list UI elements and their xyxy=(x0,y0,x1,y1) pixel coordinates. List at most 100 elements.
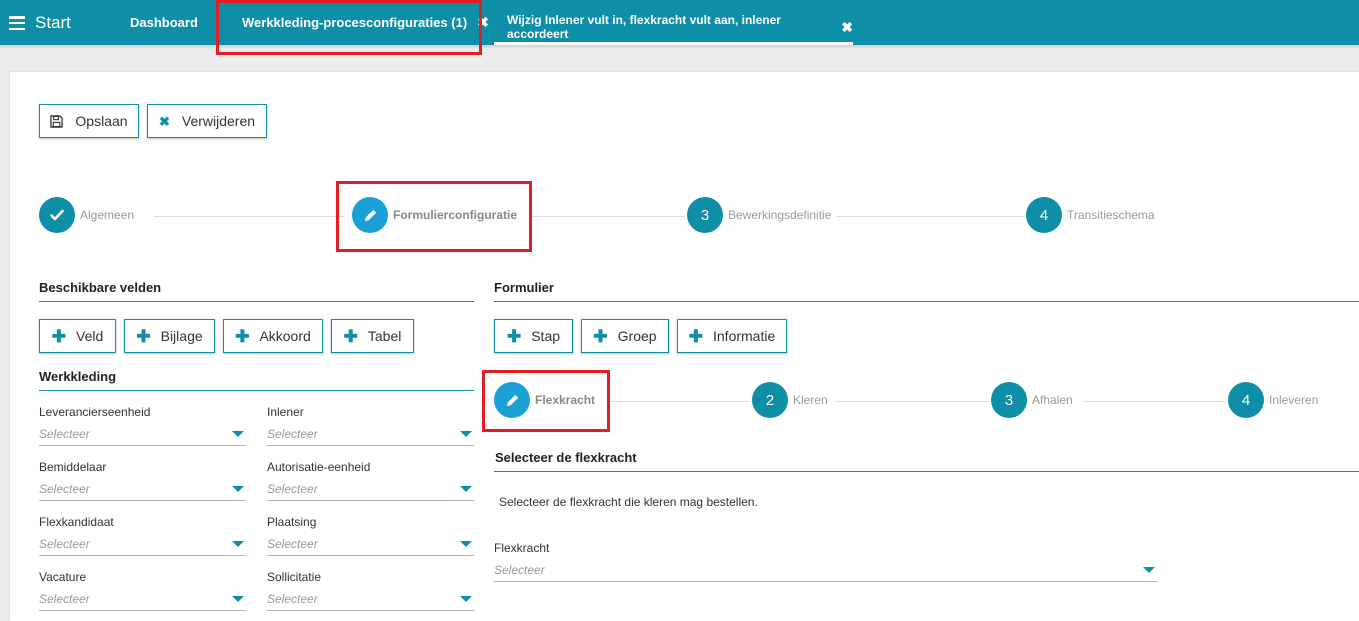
button-label: Tabel xyxy=(367,328,402,344)
available-fields-title: Beschikbare velden xyxy=(39,280,162,295)
delete-button[interactable]: ✖ Verwijderen xyxy=(147,104,267,138)
add-akkoord-button[interactable]: ✚ Akkoord xyxy=(223,319,323,353)
step-transitieschema[interactable]: 4 Transitieschema xyxy=(1026,197,1155,233)
select-placeholder: Selecteer xyxy=(39,427,90,441)
field-bemiddelaar: Bemiddelaar Selecteer xyxy=(39,460,246,501)
plus-icon: ✚ xyxy=(688,326,703,346)
field-label: Leverancierseenheid xyxy=(39,405,151,419)
form-description: Selecteer de flexkracht die kleren mag b… xyxy=(499,495,758,509)
add-tabel-button[interactable]: ✚ Tabel xyxy=(331,319,414,353)
top-bar: Start Dashboard Werkkleding-procesconfig… xyxy=(0,0,1359,49)
field-autorisatie-eenheid: Autorisatie-eenheid Selecteer xyxy=(267,460,474,501)
tab-label: Werkkleding-procesconfiguraties (1) xyxy=(242,15,468,30)
add-bijlage-button[interactable]: ✚ Bijlage xyxy=(124,319,215,353)
button-label: Groep xyxy=(617,328,657,344)
button-label: Bijlage xyxy=(160,328,203,344)
select-placeholder: Selecteer xyxy=(267,592,318,606)
button-label: Veld xyxy=(76,328,104,344)
field-label: Flexkracht xyxy=(494,541,550,555)
content-card: Opslaan ✖ Verwijderen Algemeen Formulier… xyxy=(10,72,1359,621)
step-number: 3 xyxy=(687,197,723,233)
check-icon xyxy=(39,197,75,233)
start-label: Start xyxy=(35,13,71,32)
plus-icon: ✚ xyxy=(235,326,250,346)
step-algemeen[interactable]: Algemeen xyxy=(39,197,134,233)
select-dropdown[interactable]: Selecteer xyxy=(39,423,246,446)
step-label: Formulierconfiguratie xyxy=(393,208,518,222)
add-veld-button[interactable]: ✚ Veld xyxy=(39,319,116,353)
select-placeholder: Selecteer xyxy=(267,427,318,441)
close-icon[interactable]: ✖ xyxy=(841,19,853,36)
tab-label: Wijzig Inlener vult in, flexkracht vult … xyxy=(507,13,781,41)
field-label: Bemiddelaar xyxy=(39,460,107,474)
tab-werkkleding-procesconfiguraties[interactable]: Werkkleding-procesconfiguraties (1) ✖ xyxy=(242,0,489,45)
pencil-icon xyxy=(352,197,388,233)
section-divider xyxy=(39,301,474,302)
step-label: Kleren xyxy=(793,393,828,407)
delete-label: Verwijderen xyxy=(181,113,256,129)
plus-icon: ✚ xyxy=(593,326,608,346)
select-dropdown[interactable]: Selecteer xyxy=(267,423,474,446)
step-number: 3 xyxy=(991,382,1027,418)
add-groep-button[interactable]: ✚ Groep xyxy=(581,319,669,353)
pencil-icon xyxy=(494,382,530,418)
caret-down-icon xyxy=(460,431,472,437)
field-inlener: Inlener Selecteer xyxy=(267,405,474,446)
group-title-werkkleding: Werkkleding xyxy=(39,369,117,384)
section-divider xyxy=(494,301,1359,302)
form-section-title: Selecteer de flexkracht xyxy=(495,450,637,465)
select-placeholder: Selecteer xyxy=(39,537,90,551)
section-divider xyxy=(39,390,474,391)
save-button[interactable]: Opslaan xyxy=(39,104,139,138)
plus-icon: ✚ xyxy=(343,326,358,346)
field-label: Vacature xyxy=(39,570,87,584)
add-informatie-button[interactable]: ✚ Informatie xyxy=(677,319,787,353)
select-dropdown[interactable]: Selecteer xyxy=(267,588,474,611)
hamburger-icon xyxy=(9,16,25,30)
step-bewerkingsdefinitie[interactable]: 3 Bewerkingsdefinitie xyxy=(687,197,831,233)
stepper-connector xyxy=(530,216,685,217)
select-dropdown[interactable]: Selecteer xyxy=(494,559,1157,582)
top-bar-shadow xyxy=(0,45,1359,49)
tab-wijzig[interactable]: Wijzig Inlener vult in, flexkracht vult … xyxy=(494,12,853,45)
step-label: Transitieschema xyxy=(1067,208,1155,222)
caret-down-icon xyxy=(232,486,244,492)
floppy-disk-icon xyxy=(50,114,64,128)
field-label: Flexkandidaat xyxy=(39,515,114,529)
form-step-flexkracht[interactable]: Flexkracht xyxy=(494,382,595,418)
form-step-inleveren[interactable]: 4 Inleveren xyxy=(1228,382,1318,418)
step-number: 4 xyxy=(1228,382,1264,418)
step-formulierconfiguratie[interactable]: Formulierconfiguratie xyxy=(352,197,517,233)
plus-icon: ✚ xyxy=(51,326,66,346)
select-dropdown[interactable]: Selecteer xyxy=(39,588,246,611)
plus-icon: ✚ xyxy=(136,326,151,346)
select-dropdown[interactable]: Selecteer xyxy=(267,478,474,501)
button-label: Stap xyxy=(531,328,561,344)
button-label: Akkoord xyxy=(259,328,311,344)
caret-down-icon xyxy=(232,541,244,547)
step-label: Bewerkingsdefinitie xyxy=(728,208,832,222)
select-dropdown[interactable]: Selecteer xyxy=(267,533,474,556)
select-dropdown[interactable]: Selecteer xyxy=(39,478,246,501)
tab-dashboard[interactable]: Dashboard xyxy=(130,0,198,45)
menu-toggle[interactable]: Start xyxy=(9,12,71,34)
field-sollicitatie: Sollicitatie Selecteer xyxy=(267,570,474,611)
caret-down-icon xyxy=(460,541,472,547)
tab-label: Dashboard xyxy=(130,15,198,30)
select-placeholder: Selecteer xyxy=(494,563,545,577)
stepper-connector xyxy=(1083,401,1226,402)
field-label: Autorisatie-eenheid xyxy=(267,460,371,474)
close-icon[interactable]: ✖ xyxy=(477,14,489,31)
select-dropdown[interactable]: Selecteer xyxy=(39,533,246,556)
field-flexkandidaat: Flexkandidaat Selecteer xyxy=(39,515,246,556)
button-label: Informatie xyxy=(713,328,776,344)
add-stap-button[interactable]: ✚ Stap xyxy=(494,319,573,353)
step-label: Inleveren xyxy=(1269,393,1319,407)
stepper-connector xyxy=(835,401,990,402)
plus-icon: ✚ xyxy=(506,326,522,346)
field-label: Plaatsing xyxy=(267,515,317,529)
select-placeholder: Selecteer xyxy=(39,592,90,606)
select-placeholder: Selecteer xyxy=(267,482,318,496)
form-step-kleren[interactable]: 2 Kleren xyxy=(752,382,828,418)
form-step-afhalen[interactable]: 3 Afhalen xyxy=(991,382,1073,418)
